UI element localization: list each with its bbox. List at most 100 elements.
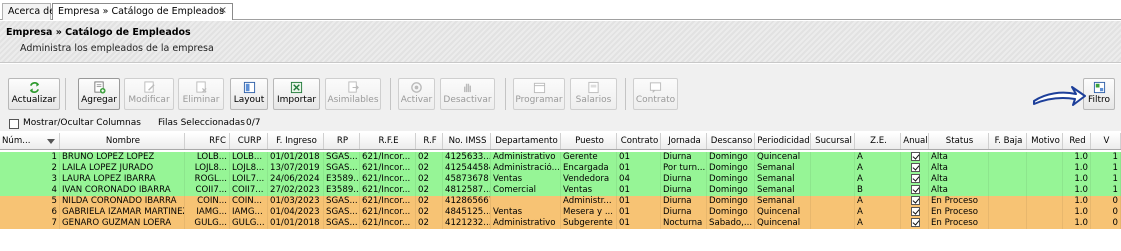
column-header-baja[interactable]: F. Baja [989,133,1027,149]
cell-rf: 02 [416,207,443,218]
cell-num: 7 [0,218,60,229]
anual-checkbox[interactable] [911,174,920,183]
anual-checkbox[interactable] [911,185,920,194]
sort-descending-icon[interactable] [47,139,55,144]
actualizar-button[interactable]: Actualizar [8,78,60,110]
cell-imss: 4121232... [445,218,491,229]
cell-rf: 02 [416,174,443,185]
cell-nombre: GENARO GUZMAN LOERA [60,218,185,229]
cell-anual[interactable] [901,152,929,163]
cell-motivo [1027,207,1063,218]
table-row[interactable]: 1 BRUNO LOPEZ LOPEZ LOLB... LOLB... 01/01/20… [0,152,1121,163]
table-row[interactable]: 5 NILDA CORONADO IBARRA COIN... COIN... 01/0… [0,196,1121,207]
show-columns-label[interactable]: Mostrar/Ocultar Columnas [23,118,141,128]
column-header-descanso[interactable]: Descanso [707,133,755,149]
importar-button[interactable]: Importar [273,78,320,110]
column-header-anual[interactable]: Anual [901,133,929,149]
cell-nombre: BRUNO LOPEZ LOPEZ [60,152,185,163]
eliminar-button[interactable]: Eliminar [178,78,224,110]
cell-status: En Proceso [929,196,989,207]
tab-catalogo-empleados[interactable]: Empresa » Catálogo de Empleados × [52,3,233,20]
column-header-jornada[interactable]: Jornada [661,133,707,149]
modificar-button[interactable]: Modificar [124,78,174,110]
column-header-periodicidad[interactable]: Periodicidad [755,133,811,149]
cell-puesto: Ventas [561,185,617,196]
column-header-rfc[interactable]: RFC [185,133,230,149]
cell-num: 2 [0,163,60,174]
tab-acerca-de[interactable]: Acerca de [2,3,55,20]
table-row[interactable]: 3 LAURA LOPEZ IBARRA ROGL... LOIL7... 24/06/… [0,174,1121,185]
column-header-imss[interactable]: No. IMSS [443,133,491,149]
cell-anual[interactable] [901,163,929,174]
show-columns-checkbox[interactable] [9,119,19,129]
column-header-motivo[interactable]: Motivo [1027,133,1063,149]
programar-button[interactable]: Programar [513,78,565,110]
table-row[interactable]: 2 LAILA LOPEZ JURADO LOJL8... LOJL8... 13/07… [0,163,1121,174]
anual-checkbox[interactable] [911,207,920,216]
selected-rows-label: Filas Seleccionadas [158,118,245,128]
delete-document-icon [195,81,207,93]
cell-sucursal [811,152,855,163]
anual-checkbox[interactable] [911,163,920,172]
column-header-departamento[interactable]: Departamento [491,133,561,149]
column-header-rp[interactable]: RP [324,133,360,149]
column-header-rfe[interactable]: R.F.E [360,133,416,149]
layout-label: Layout [233,95,265,105]
column-header-curp[interactable]: CURP [230,133,268,149]
cell-num: 6 [0,207,60,218]
cell-rfe: 621/Incor... [360,163,416,174]
anual-checkbox[interactable] [911,196,920,205]
cell-anual[interactable] [901,174,929,185]
cell-anual[interactable] [901,207,929,218]
cell-motivo [1027,196,1063,207]
options-bar: Mostrar/Ocultar Columnas Filas Seleccion… [0,116,1121,131]
column-header-rf[interactable]: R.F [416,133,443,149]
cell-periodicidad: Semanal [755,196,811,207]
cell-curp: LOLB... [230,152,268,163]
column-header-puesto[interactable]: Puesto [561,133,617,149]
column-header-ze[interactable]: Z.E. [855,133,901,149]
column-header-red[interactable]: Red [1063,133,1091,149]
cell-curp: COII7... [230,185,268,196]
cell-contrato: 01 [617,218,661,229]
filtro-button[interactable]: Filtro [1083,78,1115,110]
cell-jornada: Diurna [661,152,707,163]
cell-ze: B [855,185,901,196]
column-header-nombre[interactable]: Nombre [60,133,185,149]
salarios-button[interactable]: Salarios [570,78,617,110]
table-row[interactable]: 6 GABRIELA IZAMAR MARTINEZ IAMG... IAMG... 0… [0,207,1121,218]
contrato-button[interactable]: Contrato [633,78,678,110]
column-header-status[interactable]: Status [929,133,989,149]
cell-anual[interactable] [901,196,929,207]
cell-imss: 4845125... [445,207,491,218]
cell-curp: IAMG... [230,207,268,218]
importar-label: Importar [276,95,317,105]
anual-checkbox[interactable] [911,152,920,161]
column-header-v[interactable]: V [1091,133,1121,149]
cell-anual[interactable] [901,185,929,196]
cell-red: 1.0 [1063,207,1091,218]
modificar-label: Modificar [128,95,170,105]
asimilables-button[interactable]: Asimilables [325,78,381,110]
layout-button[interactable]: Layout [230,78,268,110]
contrato-label: Contrato [635,95,676,105]
column-header-contrato[interactable]: Contrato [617,133,661,149]
cell-curp: LOJL8... [230,163,268,174]
cell-rp: E3589... [326,185,360,196]
anual-checkbox[interactable] [911,218,920,227]
close-icon[interactable]: × [219,5,227,16]
add-document-icon [93,81,106,94]
table-row[interactable]: 7 GENARO GUZMAN LOERA GULG... GULG... 01/01/… [0,218,1121,229]
toolbar-separator [390,78,391,110]
transfer-icon [347,81,359,93]
column-header-ingreso[interactable]: F. Ingreso [268,133,324,149]
cell-contrato: 01 [617,152,661,163]
toolbar-separator [65,78,66,110]
agregar-button[interactable]: Agregar [78,78,120,110]
activar-button[interactable]: Activar [398,78,435,110]
table-row[interactable]: 4 IVAN CORONADO IBARRA COII7... COII7... 27/… [0,185,1121,196]
desactivar-button[interactable]: Desactivar [440,78,495,110]
cell-v: 0 [1091,218,1121,229]
column-header-sucursal[interactable]: Sucursal [811,133,855,149]
cell-anual[interactable] [901,218,929,229]
